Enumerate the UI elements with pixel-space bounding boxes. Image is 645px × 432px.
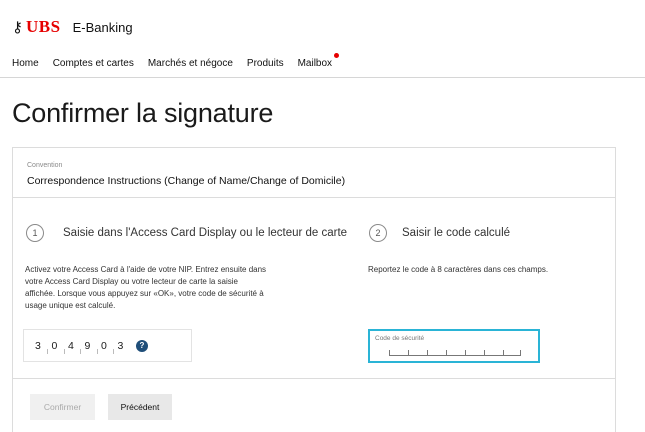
code-digit: 3 xyxy=(117,339,124,352)
step2-title: Saisir le code calculé xyxy=(402,227,511,239)
main-nav: Home Comptes et cartes Marchés et négoce… xyxy=(12,53,346,69)
slot-separator xyxy=(408,350,409,355)
step1-desc-line: affichée. Lorsque vous appuyez sur «OK»,… xyxy=(25,289,264,298)
convention-section: Convention Correspondence Instructions (… xyxy=(13,148,615,198)
display-code-box: 3 0 4 9 0 3 ? xyxy=(23,329,192,362)
signature-card: Convention Correspondence Instructions (… xyxy=(12,147,616,432)
app-name: E-Banking xyxy=(72,19,133,35)
step1-description: Activez votre Access Card à l'aide de vo… xyxy=(25,264,325,312)
code-digit: 0 xyxy=(52,340,69,354)
step2-number: 2 xyxy=(369,224,387,242)
nav-produits[interactable]: Produits xyxy=(247,58,284,69)
step1-desc-line: Activez votre Access Card à l'aide de vo… xyxy=(25,265,267,274)
slot-separator xyxy=(484,350,485,355)
code-digit: 0 xyxy=(101,340,118,354)
step1-title: Saisie dans l'Access Card Display ou le … xyxy=(63,227,348,239)
slot-separator xyxy=(520,350,521,355)
step1-desc-line: usage unique est calculé. xyxy=(25,301,116,310)
step1-number: 1 xyxy=(26,224,44,242)
code-digit: 4 xyxy=(68,340,85,354)
security-code-slots xyxy=(389,348,521,356)
slot-separator xyxy=(446,350,447,355)
convention-value: Correspondence Instructions (Change of N… xyxy=(27,175,346,187)
convention-label: Convention xyxy=(27,162,63,169)
confirm-button[interactable]: Confirmer xyxy=(30,394,95,420)
security-code-input[interactable]: Code de sécurité xyxy=(368,329,540,363)
nav-comptes-et-cartes[interactable]: Comptes et cartes xyxy=(53,58,134,69)
previous-button[interactable]: Précédent xyxy=(108,394,172,420)
nav-mailbox-label: Mailbox xyxy=(297,58,333,69)
ubs-logo[interactable]: ⚷ UBS E-Banking xyxy=(12,17,133,37)
slot-separator xyxy=(389,350,390,355)
code-digit: 9 xyxy=(85,340,102,354)
question-circle-icon[interactable]: ? xyxy=(136,339,148,352)
slot-separator xyxy=(503,350,504,355)
step1-desc-line: votre Access Card Display ou votre lecte… xyxy=(25,277,238,286)
nav-home[interactable]: Home xyxy=(12,58,39,69)
action-bar: Confirmer Précédent xyxy=(13,378,615,432)
header: ⚷ UBS E-Banking Home Comptes et cartes M… xyxy=(0,0,645,78)
page-title: Confirmer la signature xyxy=(12,98,274,128)
security-code-label: Code de sécurité xyxy=(375,335,425,342)
slot-separator xyxy=(465,350,466,355)
step2-description: Reportez le code à 8 caractères dans ces… xyxy=(368,265,549,274)
notification-dot-icon xyxy=(334,53,340,58)
ubs-keys-icon: ⚷ xyxy=(12,18,23,36)
nav-mailbox[interactable]: Mailbox xyxy=(297,53,340,69)
nav-marches-et-negoce[interactable]: Marchés et négoce xyxy=(148,58,233,69)
slot-separator xyxy=(427,350,428,355)
code-digit: 3 xyxy=(35,340,52,354)
ubs-wordmark: UBS xyxy=(26,17,61,36)
